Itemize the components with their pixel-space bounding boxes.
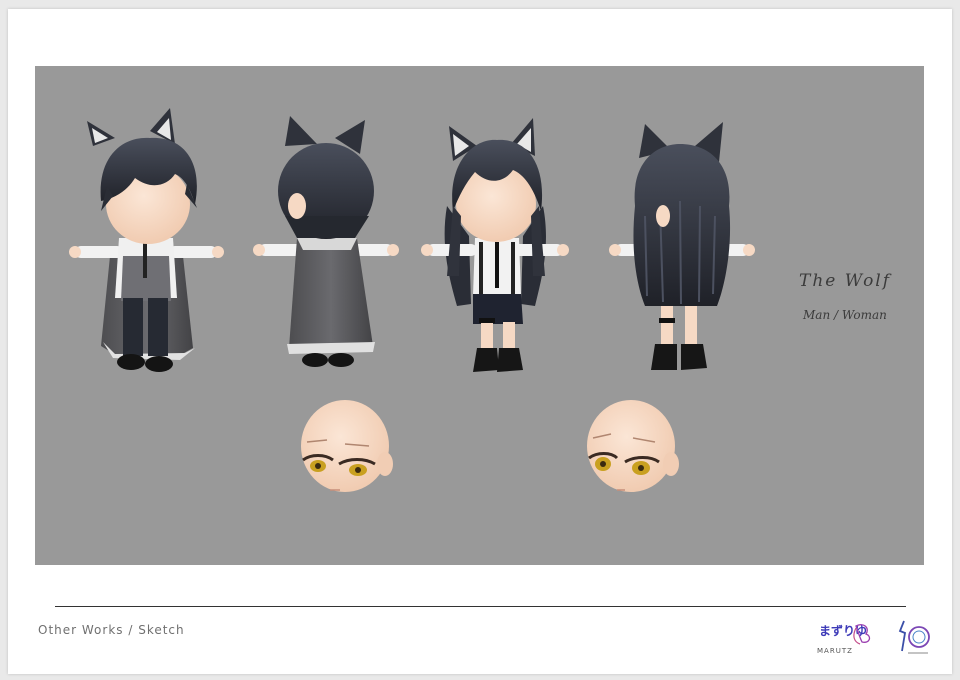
- character-sheet: The Wolf Man / Woman Other Works / Sketc…: [8, 9, 952, 674]
- artwork-canvas: The Wolf Man / Woman: [35, 66, 924, 565]
- female-face: [587, 400, 679, 492]
- character-illustrations: [69, 108, 755, 492]
- male-face: [301, 400, 393, 492]
- wolf-woman-front: [421, 118, 569, 372]
- sheet-subtitle: Man / Woman: [803, 308, 887, 322]
- marutz-logo: まずりゆ MARUTZ: [816, 620, 876, 662]
- ten-anniversary-logo: [898, 620, 930, 654]
- footer-caption: Other Works / Sketch: [38, 623, 185, 637]
- footer-divider: [55, 606, 906, 607]
- butterfly-icon: [853, 624, 871, 645]
- wolf-man-front: [69, 108, 224, 372]
- wolf-man-back: [253, 116, 399, 367]
- sheet-title: The Wolf: [799, 271, 892, 291]
- wolf-woman-back: [609, 122, 755, 370]
- marutz-logo-en: MARUTZ: [817, 647, 853, 655]
